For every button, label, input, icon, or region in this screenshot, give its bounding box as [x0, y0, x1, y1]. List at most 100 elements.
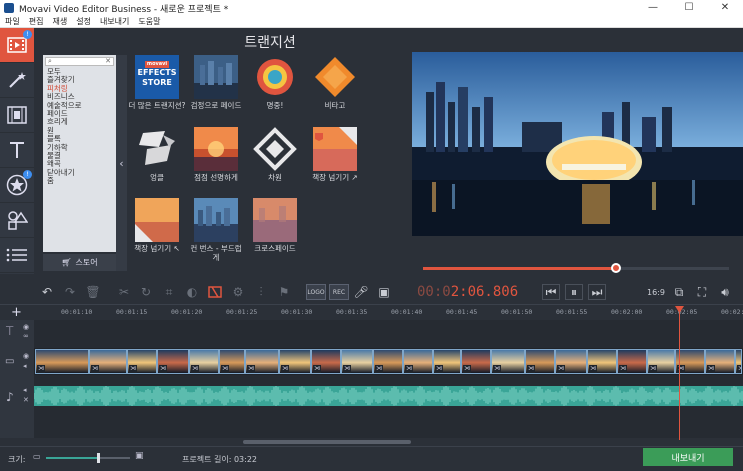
volume-icon[interactable]: ◂	[23, 362, 27, 370]
playhead[interactable]	[679, 308, 680, 440]
menu-file[interactable]: 파일	[5, 16, 20, 27]
video-clip[interactable]: ⋊	[35, 349, 89, 374]
zoom-in-icon[interactable]: ▣	[135, 451, 144, 461]
import-tool[interactable]: !	[0, 28, 34, 63]
transition-tile[interactable]: 컨 번스 - 부드럽게	[187, 198, 245, 262]
video-clip[interactable]: ⋊	[341, 349, 373, 374]
playback-progress-bar[interactable]	[423, 263, 729, 273]
transition-marker-icon[interactable]: ⋊	[281, 365, 289, 373]
delete-button[interactable]: 🗑︎	[84, 284, 102, 300]
transition-marker-icon[interactable]: ⋊	[159, 365, 167, 373]
undo-button[interactable]: ↶	[38, 284, 56, 300]
transition-marker-icon[interactable]: ⋊	[527, 365, 535, 373]
video-clip[interactable]: ⋊	[89, 349, 127, 374]
link-icon[interactable]: ∞	[23, 332, 29, 340]
timeline-tracks[interactable]	[0, 320, 743, 438]
transition-marker-icon[interactable]: ⋊	[589, 365, 597, 373]
video-clip[interactable]: ⋊	[245, 349, 279, 374]
category-item[interactable]: 닫아내기	[45, 168, 114, 177]
previous-frame-button[interactable]: ⏮	[542, 284, 560, 300]
transition-marker-icon[interactable]: ⋊	[343, 365, 351, 373]
clip-properties-button[interactable]: ⚙	[229, 284, 247, 300]
transition-marker-icon[interactable]: ⋊	[649, 365, 657, 373]
transitions-tool[interactable]	[0, 98, 34, 133]
menu-help[interactable]: 도움말	[138, 16, 160, 27]
detach-preview-button[interactable]: ⧉	[670, 284, 688, 300]
transition-tile[interactable]: 책장 넘기기 ↗	[306, 127, 364, 182]
collapse-panel-button[interactable]: ‹	[116, 55, 127, 271]
transition-tile[interactable]: 명중!	[246, 55, 304, 110]
logo-button[interactable]: LOGO	[306, 284, 326, 300]
video-clip[interactable]: ⋊	[311, 349, 341, 374]
fullscreen-button[interactable]: ⛶	[693, 284, 711, 300]
timeline-ruler[interactable]: + 00:01:10 00:01:15 00:01:20 00:01:25 00:01:…	[0, 304, 743, 320]
transition-tile[interactable]: 책장 넘기기 ↖	[128, 198, 186, 253]
video-clip[interactable]: ⋊	[189, 349, 219, 374]
video-clip[interactable]: ⋊	[127, 349, 157, 374]
eye-icon[interactable]: ◉	[23, 352, 29, 360]
close-button[interactable]: ✕	[707, 0, 743, 16]
cut-button[interactable]: ✂	[115, 284, 133, 300]
video-clip[interactable]: ⋊	[373, 349, 403, 374]
video-clip[interactable]: ⋊	[433, 349, 461, 374]
menu-settings[interactable]: 설정	[76, 16, 91, 27]
webcam-capture-button[interactable]: ▣	[375, 284, 393, 300]
transition-tile[interactable]: 엉클	[128, 127, 186, 182]
playback-scrubber-handle[interactable]	[610, 263, 621, 273]
audio-track[interactable]	[33, 386, 743, 406]
transition-marker-icon[interactable]: ⋊	[247, 365, 255, 373]
category-search-input[interactable]: ⌕ ✕	[45, 57, 114, 66]
voiceover-button[interactable]: 🎤︎	[352, 284, 370, 300]
transition-marker-icon[interactable]: ⋊	[221, 365, 229, 373]
crop-button[interactable]: ⌗	[160, 284, 178, 300]
audio-properties-button[interactable]: ⫶	[252, 284, 270, 300]
redo-button[interactable]: ↷	[61, 284, 79, 300]
transition-marker-icon[interactable]: ⋊	[435, 365, 443, 373]
video-clip[interactable]: ⋊	[279, 349, 311, 374]
video-clip[interactable]: ⋊	[461, 349, 491, 374]
video-clip[interactable]: ⋊	[705, 349, 735, 374]
transition-marker-icon[interactable]: ⋊	[463, 365, 471, 373]
zoom-out-icon[interactable]: ▭	[33, 452, 41, 461]
export-button[interactable]: 내보내기	[643, 448, 733, 466]
titles-tool[interactable]	[0, 133, 34, 168]
maximize-button[interactable]: ☐	[671, 0, 707, 16]
category-item[interactable]: 줌	[45, 176, 114, 185]
menu-playback[interactable]: 재생	[52, 16, 67, 27]
rotate-button[interactable]: ↻	[137, 284, 155, 300]
menu-export[interactable]: 내보내기	[100, 16, 129, 27]
volume-icon[interactable]: ◂	[23, 386, 27, 394]
transition-marker-icon[interactable]: ⋊	[375, 365, 383, 373]
transition-tile[interactable]: movavi EFFECTS STORE 더 많은 트랜지션?	[128, 55, 186, 110]
transition-tile[interactable]: 차원	[246, 127, 304, 182]
add-marker-button[interactable]: ⚑	[275, 284, 293, 300]
video-clip[interactable]: ⋊	[525, 349, 555, 374]
video-clip[interactable]: ⋊	[491, 349, 525, 374]
transition-marker-icon[interactable]: ⋊	[91, 365, 99, 373]
zoom-slider-handle[interactable]	[97, 453, 101, 463]
zoom-slider[interactable]	[46, 453, 130, 463]
stickers-tool[interactable]: !	[0, 168, 34, 203]
video-clip[interactable]: ⋊	[157, 349, 189, 374]
eye-icon[interactable]: ◉	[23, 323, 29, 331]
transition-tile[interactable]: 검정으로 페이드	[187, 55, 245, 110]
more-tool[interactable]	[0, 238, 34, 273]
video-clip[interactable]: ⋊	[735, 349, 742, 374]
minimize-button[interactable]: —	[635, 0, 671, 16]
volume-button[interactable]: 🔊︎	[716, 284, 734, 300]
transition-wizard-button[interactable]	[206, 284, 224, 300]
video-clip[interactable]: ⋊	[647, 349, 675, 374]
category-item[interactable]: 흐리게	[45, 118, 114, 127]
transition-marker-icon[interactable]: ⋊	[619, 365, 627, 373]
next-frame-button[interactable]: ⏭	[588, 284, 606, 300]
transition-tile[interactable]: 크로스페이드	[246, 198, 304, 253]
transition-marker-icon[interactable]: ⋊	[37, 365, 45, 373]
aspect-ratio-button[interactable]: 16:9	[645, 284, 667, 300]
timeline-scrollbar[interactable]	[243, 440, 411, 444]
video-clip[interactable]: ⋊	[555, 349, 587, 374]
menu-edit[interactable]: 편집	[29, 16, 44, 27]
filters-tool[interactable]	[0, 63, 34, 98]
pause-button[interactable]: ⏸	[565, 284, 583, 300]
color-adjust-button[interactable]: ◐	[183, 284, 201, 300]
transition-marker-icon[interactable]: ⋊	[313, 365, 321, 373]
